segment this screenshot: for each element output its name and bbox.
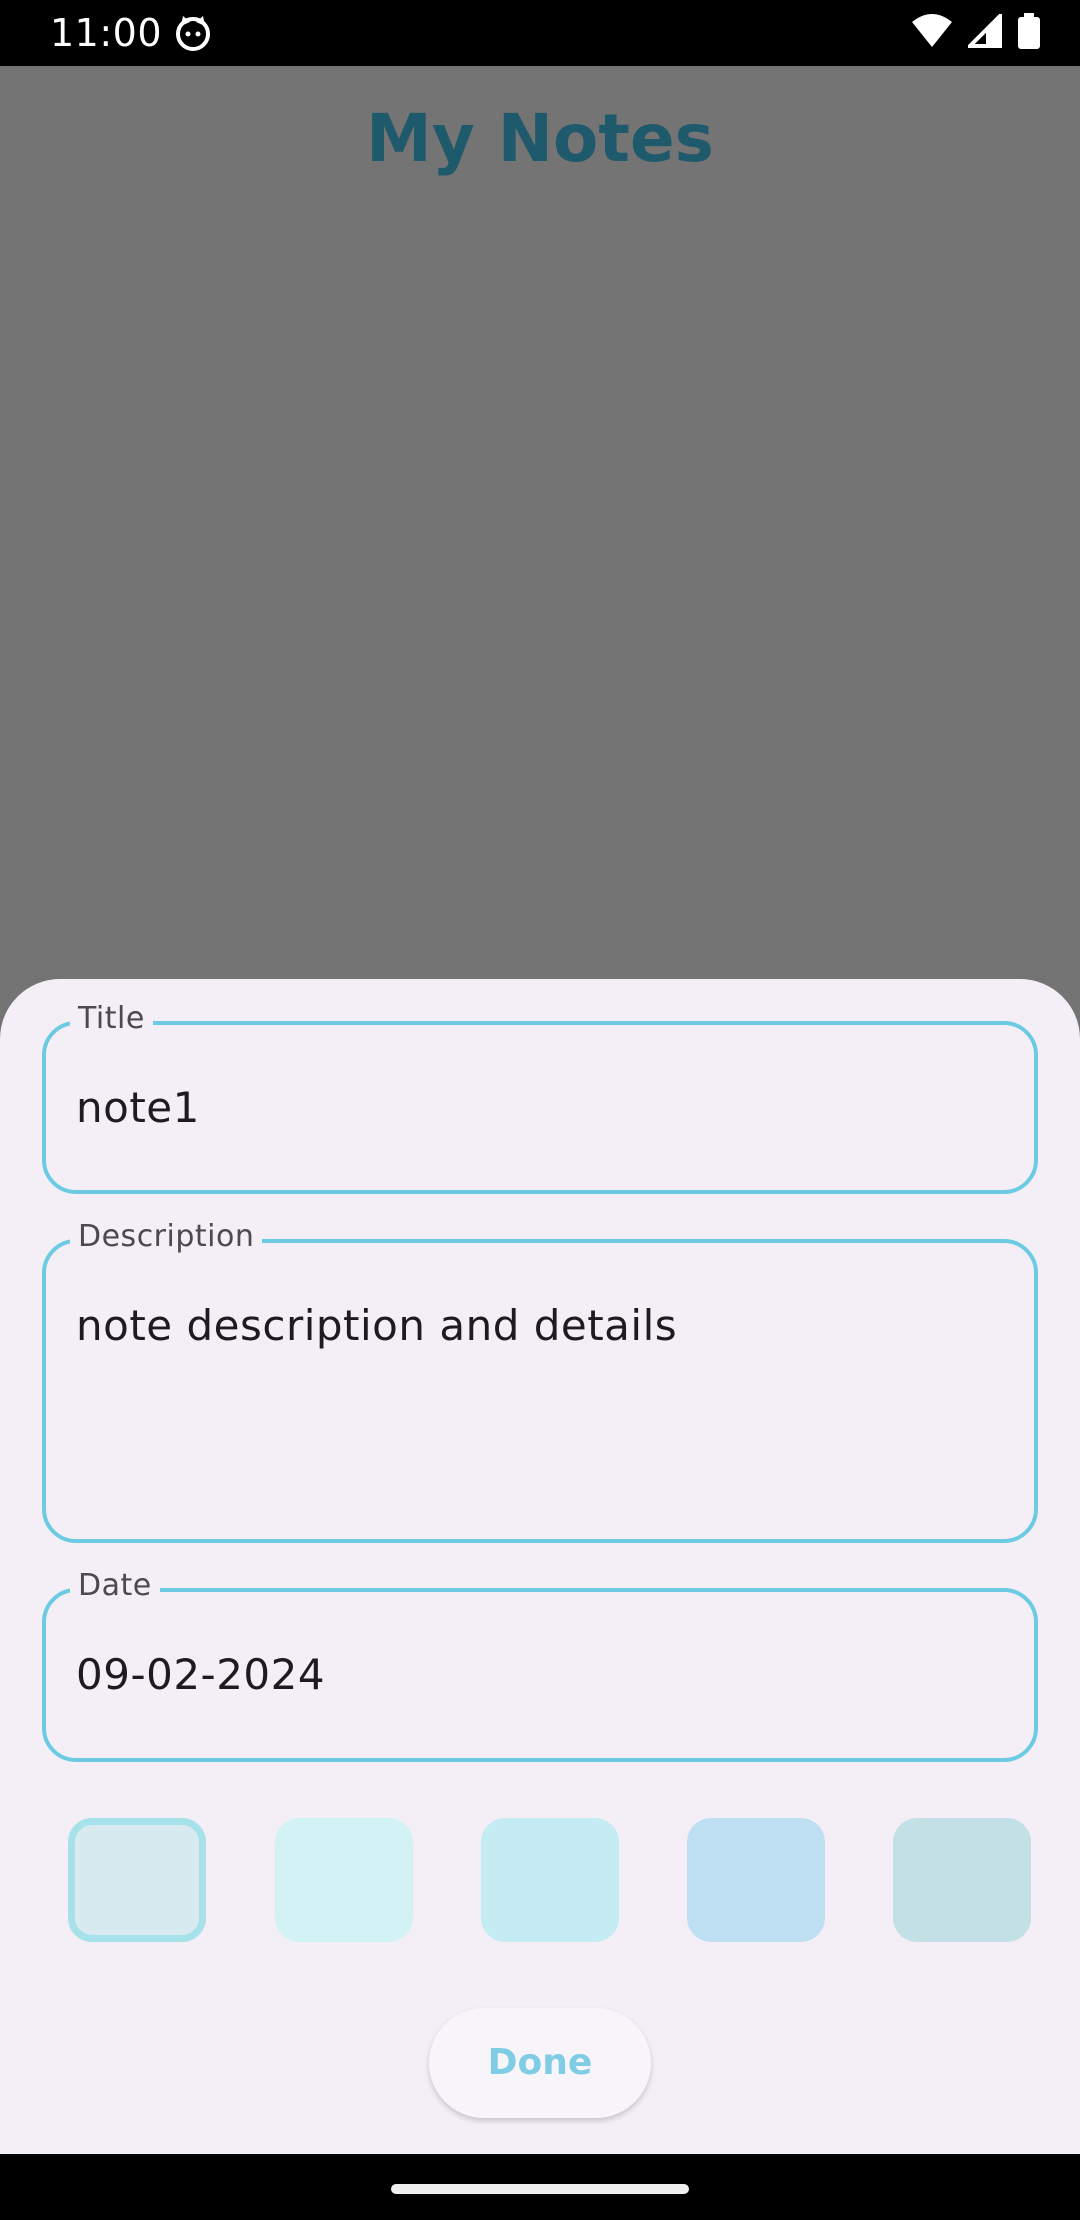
date-field[interactable]: Date 09-02-2024	[42, 1566, 1038, 1762]
status-icons	[912, 10, 1040, 54]
status-time: 11:00	[50, 11, 163, 55]
date-input-value[interactable]: 09-02-2024	[76, 1650, 325, 1699]
color-swatch-row	[0, 1818, 1080, 1942]
battery-icon	[1018, 12, 1040, 54]
color-swatch-5[interactable]	[893, 1818, 1031, 1942]
color-swatch-4[interactable]	[687, 1818, 825, 1942]
color-swatch-2[interactable]	[275, 1818, 413, 1942]
page-title: My Notes	[366, 100, 714, 177]
cat-face-icon	[174, 14, 212, 52]
date-field-label: Date	[70, 1566, 160, 1606]
color-swatch-3[interactable]	[481, 1818, 619, 1942]
description-field[interactable]: Description note description and details	[42, 1217, 1038, 1543]
title-input-value[interactable]: note1	[76, 1083, 200, 1132]
color-swatch-1[interactable]	[68, 1818, 206, 1942]
status-bar: 11:00	[0, 0, 1080, 66]
description-input-value[interactable]: note description and details	[76, 1301, 677, 1350]
title-field[interactable]: Title note1	[42, 999, 1038, 1194]
navigation-bar	[0, 2154, 1080, 2220]
home-gesture-handle[interactable]	[391, 2184, 689, 2194]
wifi-icon	[912, 13, 952, 53]
description-field-label: Description	[70, 1217, 263, 1257]
cellular-signal-icon	[965, 10, 1002, 53]
title-field-label: Title	[70, 999, 153, 1039]
done-button[interactable]: Done	[429, 2008, 651, 2118]
